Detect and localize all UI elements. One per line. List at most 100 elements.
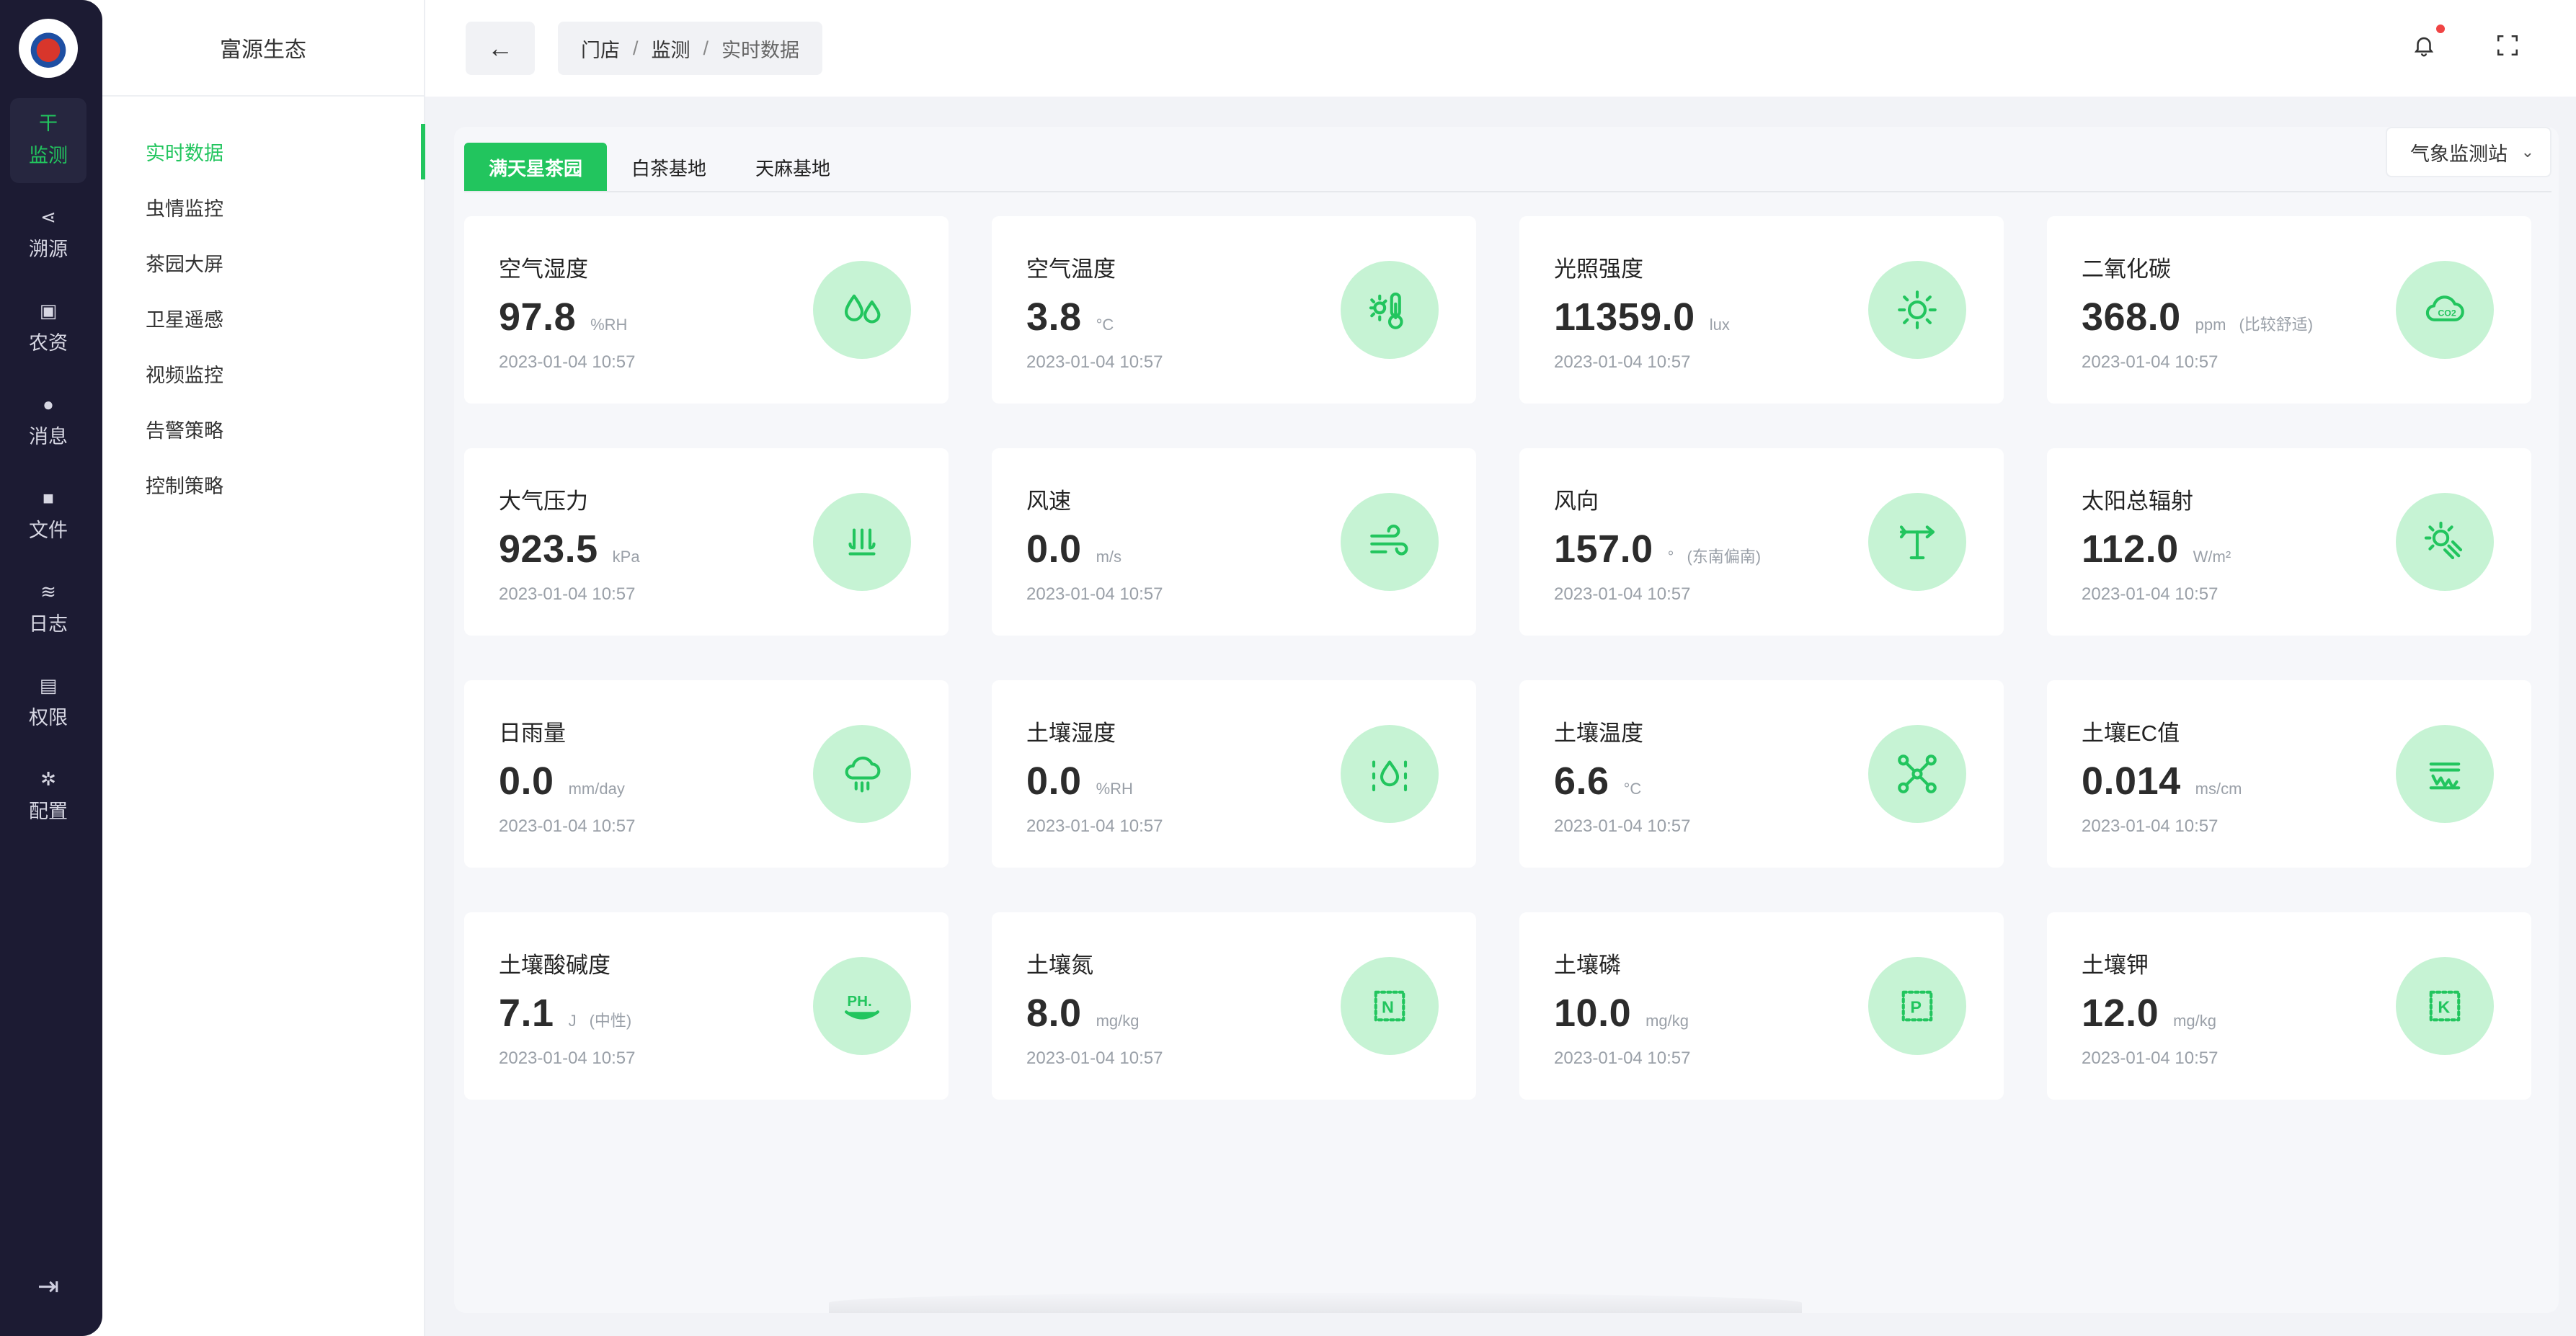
menu-item[interactable]: 控制策略 <box>102 457 424 512</box>
sensor-value: 0.0 <box>1026 760 1082 803</box>
sensor-card[interactable]: 二氧化碳 368.0 ppm (比较舒适) 2023-01-04 10:57 C… <box>2047 216 2531 404</box>
sensor-unit: lux <box>1709 316 1730 334</box>
nitrogen-icon: N <box>1341 957 1439 1055</box>
potassium-icon: K <box>2396 957 2494 1055</box>
sensor-unit: mg/kg <box>2173 1012 2217 1030</box>
menu-item[interactable]: 视频监控 <box>102 346 424 401</box>
sensor-value: 923.5 <box>499 527 598 571</box>
rail-item[interactable]: ≋ 日志 <box>10 566 86 651</box>
main-area: ← 门店 / 监测 / 实时数据 满天星茶园 白茶基地 天麻基地 气象监测站 ⌄… <box>425 0 2576 1336</box>
sensor-card[interactable]: 空气温度 3.8 °C 2023-01-04 10:57 <box>992 216 1476 404</box>
rain-cloud-icon <box>813 725 911 823</box>
soil-moisture-icon <box>1341 725 1439 823</box>
drops-icon <box>813 261 911 359</box>
sensor-card[interactable]: 土壤湿度 0.0 %RH 2023-01-04 10:57 <box>992 680 1476 868</box>
secondary-menu: 富源生态 实时数据 虫情监控 茶园大屏 卫星遥感 视频监控 告警策略 控制策略 <box>102 0 425 1336</box>
breadcrumb-separator: / <box>703 37 709 59</box>
rail-item[interactable]: ⋖ 溯源 <box>10 192 86 277</box>
sensor-unit: °C <box>1096 316 1114 334</box>
rail-item[interactable]: ● 消息 <box>10 379 86 464</box>
sensor-unit: m/s <box>1096 548 1122 566</box>
sensor-card[interactable]: 日雨量 0.0 mm/day 2023-01-04 10:57 <box>464 680 949 868</box>
back-button[interactable]: ← <box>466 22 535 75</box>
filter-icon: ⼲ <box>38 112 58 134</box>
breadcrumb: 门店 / 监测 / 实时数据 <box>558 22 823 75</box>
logout-icon[interactable]: ⇥ <box>32 1270 65 1303</box>
menu-item[interactable]: 卫星遥感 <box>102 290 424 346</box>
rail-item[interactable]: ⼲监测 <box>10 98 86 183</box>
svg-text:PH.: PH. <box>847 993 871 1010</box>
sensor-unit: mg/kg <box>1096 1012 1140 1030</box>
sensor-card[interactable]: 土壤EC值 0.014 ms/cm 2023-01-04 10:57 <box>2047 680 2531 868</box>
sensor-card[interactable]: 风向 157.0 ° (东南偏南) 2023-01-04 10:57 <box>1519 448 2004 636</box>
rail-item-label: 溯源 <box>29 238 68 260</box>
breadcrumb-separator: / <box>633 37 639 59</box>
solar-radiation-icon <box>2396 493 2494 591</box>
app: ⼲监测 ⋖ 溯源 ▣ 农资 ● 消息 ■ 文件 ≋ 日志 ▤ 权限 ✲ 配置 ⇥ 富源生态 实时数据 虫情监控… <box>0 0 2576 1336</box>
sensor-timestamp: 2023-01-04 10:57 <box>499 584 636 604</box>
site-tab[interactable]: 满天星茶园 <box>464 143 608 192</box>
sensor-value: 8.0 <box>1026 992 1082 1035</box>
svg-text:P: P <box>1910 998 1922 1017</box>
breadcrumb-store[interactable]: 门店 <box>581 35 620 63</box>
sensor-timestamp: 2023-01-04 10:57 <box>1554 1048 1691 1068</box>
sensor-card[interactable]: 大气压力 923.5 kPa 2023-01-04 10:57 <box>464 448 949 636</box>
id-card-icon: ▤ <box>39 674 58 696</box>
rail-item[interactable]: ▣ 农资 <box>10 285 86 370</box>
sensor-card[interactable]: 土壤钾 12.0 mg/kg 2023-01-04 10:57 K <box>2047 912 2531 1100</box>
sensor-note: (东南偏南) <box>1687 548 1762 566</box>
sensor-card[interactable]: 太阳总辐射 112.0 W/m² 2023-01-04 10:57 <box>2047 448 2531 636</box>
folder-icon: ■ <box>43 486 54 509</box>
site-tab[interactable]: 白茶基地 <box>607 143 731 192</box>
box-icon: ▣ <box>39 299 58 321</box>
sensor-timestamp: 2023-01-04 10:57 <box>1554 816 1691 836</box>
chat-icon: ● <box>43 393 54 415</box>
sensor-value: 7.1 <box>499 992 554 1035</box>
rail-item[interactable]: ▤ 权限 <box>10 660 86 745</box>
sensor-value: 368.0 <box>2082 295 2181 339</box>
app-logo[interactable] <box>19 19 78 78</box>
sensor-value: 11359.0 <box>1554 295 1695 339</box>
menu-item[interactable]: 实时数据 <box>102 124 425 179</box>
rail-item[interactable]: ✲ 配置 <box>10 754 86 839</box>
sensor-card[interactable]: 风速 0.0 m/s 2023-01-04 10:57 <box>992 448 1476 636</box>
gears-icon: ✲ <box>40 767 56 790</box>
co2-cloud-icon: CO2 <box>2396 261 2494 359</box>
sensor-grid: 空气湿度 97.8 %RH 2023-01-04 10:57 空气温度 3.8 … <box>464 216 2531 1100</box>
sensor-timestamp: 2023-01-04 10:57 <box>1554 584 1691 604</box>
notification-bell-icon[interactable] <box>2407 25 2445 62</box>
fullscreen-icon[interactable] <box>2491 29 2524 62</box>
breadcrumb-monitor[interactable]: 监测 <box>652 35 690 63</box>
menu-item[interactable]: 茶园大屏 <box>102 235 424 290</box>
station-select[interactable]: 气象监测站 ⌄ <box>2386 127 2551 177</box>
sun-icon <box>1868 261 1966 359</box>
menu-item[interactable]: 告警策略 <box>102 401 424 457</box>
site-tabs: 满天星茶园 白茶基地 天麻基地 <box>464 143 855 192</box>
sensor-card[interactable]: 土壤磷 10.0 mg/kg 2023-01-04 10:57 P <box>1519 912 2004 1100</box>
sensor-card[interactable]: 土壤氮 8.0 mg/kg 2023-01-04 10:57 N <box>992 912 1476 1100</box>
rail-item-label: 文件 <box>29 519 68 541</box>
sensor-timestamp: 2023-01-04 10:57 <box>2082 1048 2219 1068</box>
sensor-value: 6.6 <box>1554 760 1609 803</box>
sensor-unit: ms/cm <box>2195 780 2242 798</box>
sensor-timestamp: 2023-01-04 10:57 <box>1026 1048 1163 1068</box>
sensor-card[interactable]: 土壤温度 6.6 °C 2023-01-04 10:57 <box>1519 680 2004 868</box>
site-tab[interactable]: 天麻基地 <box>731 143 855 192</box>
sensor-value: 0.0 <box>499 760 554 803</box>
sensor-timestamp: 2023-01-04 10:57 <box>2082 352 2219 372</box>
sensor-card[interactable]: 光照强度 11359.0 lux 2023-01-04 10:57 <box>1519 216 2004 404</box>
sensor-card[interactable]: 土壤酸碱度 7.1 J (中性) 2023-01-04 10:57 PH. <box>464 912 949 1100</box>
sensor-unit: kPa <box>612 548 640 566</box>
sensor-timestamp: 2023-01-04 10:57 <box>2082 816 2219 836</box>
rail-item-label: 消息 <box>29 425 68 447</box>
arrow-left-icon: ← <box>487 33 513 63</box>
sensor-unit: mm/day <box>568 780 625 798</box>
rail-item[interactable]: ■ 文件 <box>10 473 86 558</box>
rail-item-label: 配置 <box>29 800 68 822</box>
menu-brand: 富源生态 <box>102 0 424 97</box>
menu-item[interactable]: 虫情监控 <box>102 179 424 235</box>
sensor-timestamp: 2023-01-04 10:57 <box>1026 816 1163 836</box>
logo-emblem <box>29 29 68 68</box>
sensor-timestamp: 2023-01-04 10:57 <box>1026 584 1163 604</box>
sensor-card[interactable]: 空气湿度 97.8 %RH 2023-01-04 10:57 <box>464 216 949 404</box>
